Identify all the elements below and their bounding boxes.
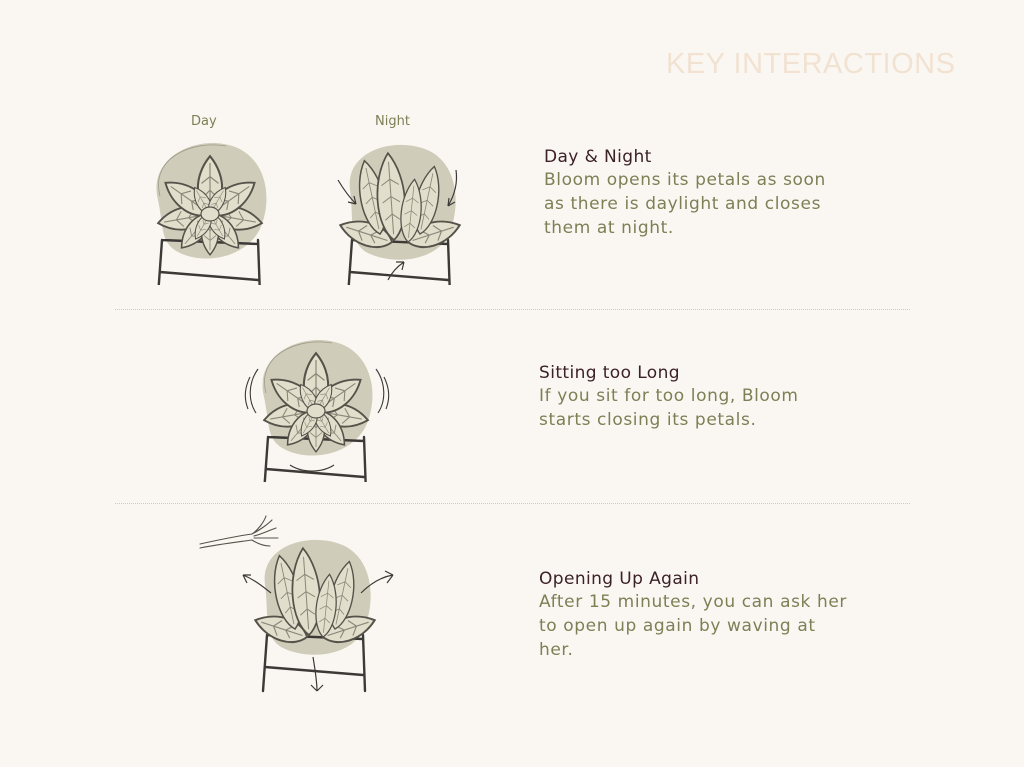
sitting-flower-illustration [244,332,390,482]
day-flower-illustration [140,135,280,285]
sitting-text: Sitting too Long If you sit for too long… [539,362,899,432]
day-night-body: Bloom opens its petals as soon as there … [544,170,826,238]
day-night-text: Day & Night Bloom opens its petals as so… [544,146,904,240]
sitting-body: If you sit for too long, Bloom starts cl… [539,386,799,430]
night-caption: Night [375,114,410,129]
day-caption: Day [191,114,217,129]
section-divider [115,503,910,504]
page-title: KEY INTERACTIONS [666,48,956,80]
section-divider [115,309,910,310]
opening-heading: Opening Up Again [539,569,700,589]
opening-body: After 15 minutes, you can ask her to ope… [539,592,848,660]
motion-left-icon [244,368,259,414]
motion-right-icon [375,368,390,414]
night-flower-illustration [330,135,470,285]
arrow-open-bottom-icon [310,656,324,692]
sitting-heading: Sitting too Long [539,363,680,383]
opening-text: Opening Up Again After 15 minutes, you c… [539,568,919,662]
motion-bottom-icon [289,464,335,472]
opening-flower-illustration [242,530,394,692]
day-night-heading: Day & Night [544,147,652,167]
